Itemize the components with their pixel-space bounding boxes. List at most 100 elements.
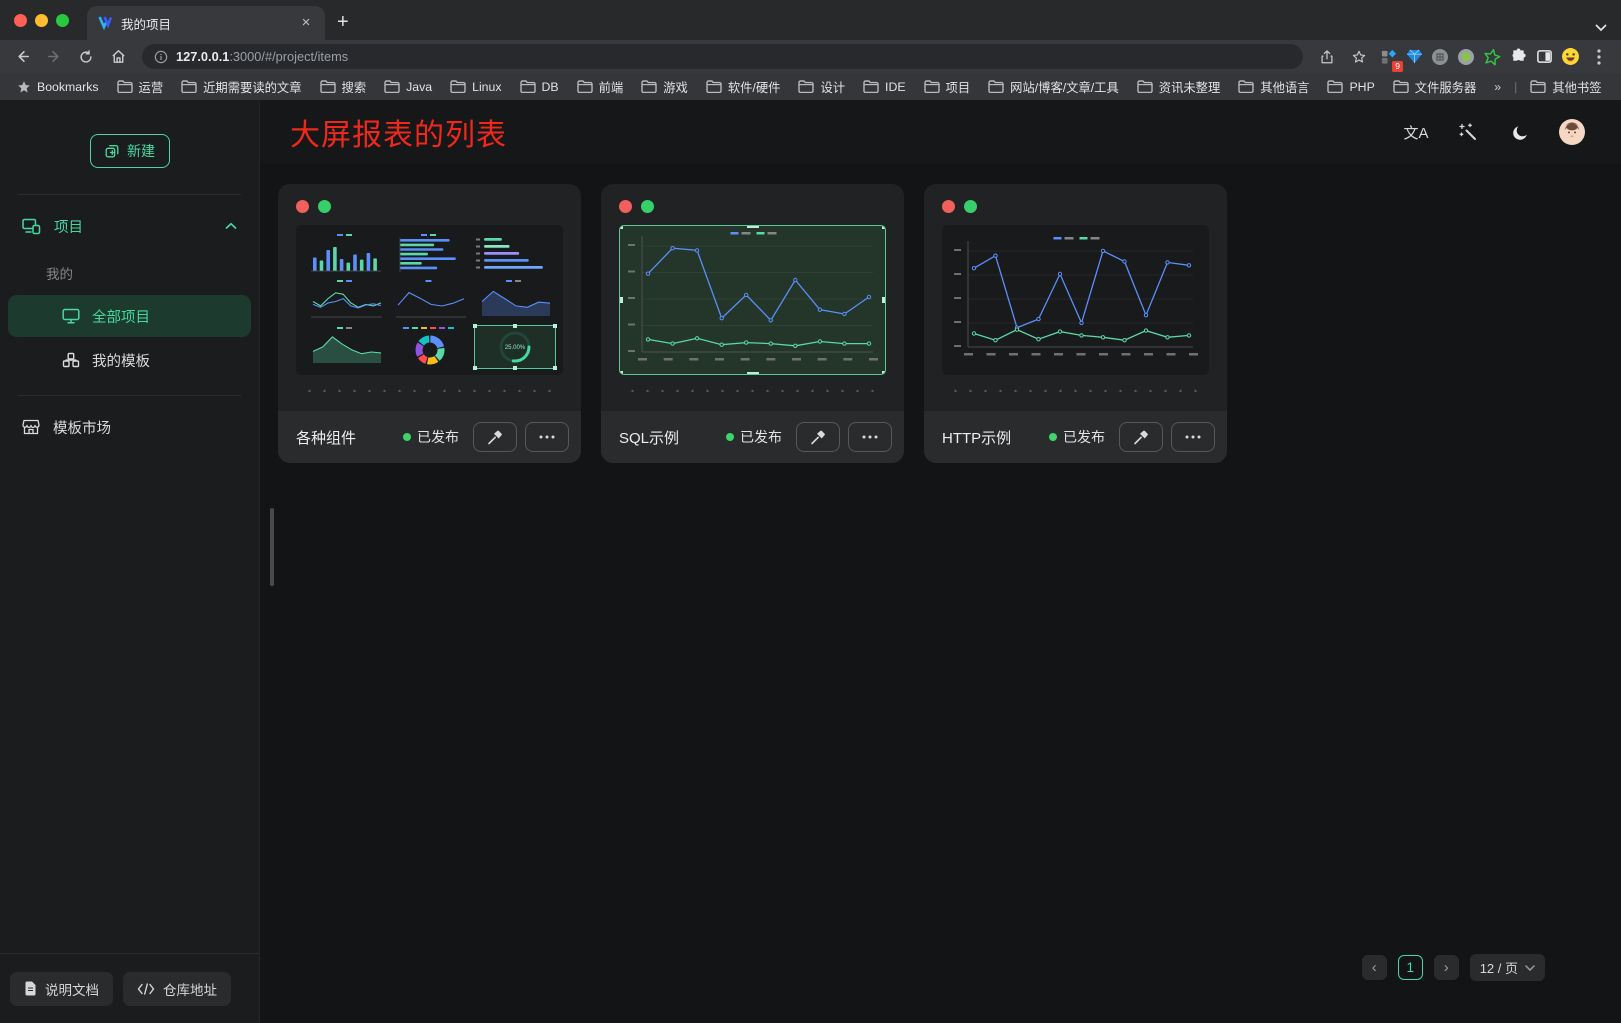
folder-icon: [863, 80, 879, 93]
reload-icon[interactable]: [72, 43, 100, 71]
new-tab-button[interactable]: +: [337, 11, 349, 34]
bookmark-folder[interactable]: 项目: [917, 76, 978, 98]
selection-handle: [882, 225, 886, 229]
sidebar-item-my-templates[interactable]: 我的模板: [8, 339, 251, 381]
back-icon[interactable]: [8, 43, 36, 71]
language-icon[interactable]: 文A: [1403, 119, 1429, 145]
forward-icon[interactable]: [40, 43, 68, 71]
url-text: 127.0.0.1:3000/#/project/items: [176, 49, 348, 64]
bookmark-folder[interactable]: 近期需要读的文章: [174, 76, 308, 98]
share-icon[interactable]: [1313, 43, 1341, 71]
card-preview-components: 25.00%: [296, 225, 563, 375]
edit-project-button[interactable]: [1119, 422, 1163, 452]
bookmark-folder[interactable]: 运营: [110, 76, 171, 98]
emoji-extension-icon[interactable]: [1559, 46, 1581, 68]
docs-button[interactable]: 说明文档: [10, 972, 113, 1006]
bookmark-label: 项目: [946, 78, 971, 96]
folder-icon: [1238, 80, 1254, 93]
dark-mode-moon-icon[interactable]: [1507, 119, 1533, 145]
extension-grid-icon[interactable]: 9: [1377, 46, 1399, 68]
folder-icon: [320, 80, 336, 93]
new-project-button[interactable]: 新建: [90, 134, 170, 168]
card-footer: SQL示例 已发布: [601, 411, 904, 463]
folder-icon: [924, 80, 940, 93]
chevron-up-icon[interactable]: [225, 222, 237, 230]
bookmark-folder[interactable]: 设计: [791, 76, 852, 98]
address-bar[interactable]: 127.0.0.1:3000/#/project/items: [142, 44, 1303, 69]
folder-icon: [988, 80, 1004, 93]
close-window-button[interactable]: [14, 14, 27, 27]
bookmark-label: PHP: [1349, 80, 1374, 94]
bookmark-folder[interactable]: Java: [377, 78, 439, 96]
browser-tab[interactable]: 我的项目 ×: [87, 6, 325, 40]
extension-command-icon[interactable]: [1429, 46, 1451, 68]
bookmark-folder[interactable]: 文件服务器: [1386, 76, 1484, 98]
current-page[interactable]: 1: [1398, 955, 1423, 980]
bookmark-label: 设计: [820, 78, 845, 96]
selection-handle: [619, 297, 623, 303]
bookmark-star-icon[interactable]: [1345, 43, 1373, 71]
repository-button[interactable]: 仓库地址: [123, 972, 231, 1006]
folder-icon: [798, 80, 814, 93]
prev-page-button[interactable]: ‹: [1362, 955, 1387, 980]
bookmark-folder[interactable]: Linux: [443, 78, 508, 96]
sidebar-item-all-projects[interactable]: 全部项目: [8, 295, 251, 337]
home-icon[interactable]: [104, 43, 132, 71]
project-card-http[interactable]: HTTP示例 已发布: [924, 184, 1227, 463]
card-preview-sql: [619, 225, 886, 375]
bookmark-folder[interactable]: PHP: [1320, 78, 1381, 96]
site-info-icon[interactable]: [154, 50, 168, 64]
folder-icon: [520, 80, 536, 93]
selection-handle: [619, 225, 623, 229]
ellipsis-icon: [862, 435, 878, 439]
sidebar-item-template-market[interactable]: 模板市场: [0, 404, 259, 450]
selection-handle: [473, 324, 477, 328]
bookmark-folder[interactable]: DB: [513, 78, 566, 96]
bookmark-folder[interactable]: 前端: [570, 76, 631, 98]
more-actions-button[interactable]: [848, 422, 892, 452]
bookmark-label: 运营: [139, 78, 164, 96]
side-panel-icon[interactable]: [1533, 46, 1555, 68]
bookmarks-overflow-chevron[interactable]: »: [1487, 78, 1508, 96]
project-name: 各种组件: [296, 427, 395, 448]
project-card-components[interactable]: 25.00% 各种组件 已发布: [278, 184, 581, 463]
sidebar-group-mine: 我的: [0, 249, 259, 293]
next-page-button[interactable]: ›: [1434, 955, 1459, 980]
user-avatar[interactable]: [1559, 119, 1585, 145]
browser-menu-icon[interactable]: [1585, 43, 1613, 71]
page-size-select[interactable]: 12 / 页: [1470, 954, 1545, 981]
folder-icon: [1327, 80, 1343, 93]
minimize-window-button[interactable]: [35, 14, 48, 27]
card-window-dots: [942, 200, 1209, 213]
bookmarks-manager[interactable]: Bookmarks: [10, 78, 106, 96]
magic-wand-icon[interactable]: [1455, 119, 1481, 145]
folder-icon: [641, 80, 657, 93]
bookmarks-label: Bookmarks: [37, 80, 99, 94]
other-bookmarks-folder[interactable]: 其他书签: [1523, 76, 1608, 98]
more-actions-button[interactable]: [525, 422, 569, 452]
sidebar-section-projects[interactable]: 项目: [0, 203, 259, 249]
green-dot: [318, 200, 331, 213]
mini-chart-area_g: [306, 325, 386, 369]
edit-project-button[interactable]: [473, 422, 517, 452]
more-actions-button[interactable]: [1171, 422, 1215, 452]
bookmark-folder[interactable]: 资讯未整理: [1130, 76, 1228, 98]
bookmark-folder[interactable]: 软件/硬件: [699, 76, 788, 98]
zoom-window-button[interactable]: [56, 14, 69, 27]
bookmark-folder[interactable]: 网站/博客/文章/工具: [981, 76, 1126, 98]
edit-project-button[interactable]: [796, 422, 840, 452]
tab-overflow-chevron-icon[interactable]: [1595, 24, 1607, 32]
extensions-puzzle-icon[interactable]: [1507, 46, 1529, 68]
pagination: ‹ 1 › 12 / 页: [1362, 954, 1545, 981]
extension-star-icon[interactable]: [1481, 46, 1503, 68]
project-card-sql[interactable]: SQL示例 已发布: [601, 184, 904, 463]
bookmark-folder[interactable]: IDE: [856, 78, 913, 96]
bookmark-folder[interactable]: 搜索: [313, 76, 374, 98]
scrollbar-thumb[interactable]: [270, 508, 274, 586]
bookmark-folder[interactable]: 游戏: [634, 76, 695, 98]
status-badge: 已发布: [403, 427, 459, 447]
tab-close-icon[interactable]: ×: [297, 14, 315, 32]
extension-gem-icon[interactable]: [1403, 46, 1425, 68]
extension-record-icon[interactable]: [1455, 46, 1477, 68]
bookmark-folder[interactable]: 其他语言: [1231, 76, 1316, 98]
